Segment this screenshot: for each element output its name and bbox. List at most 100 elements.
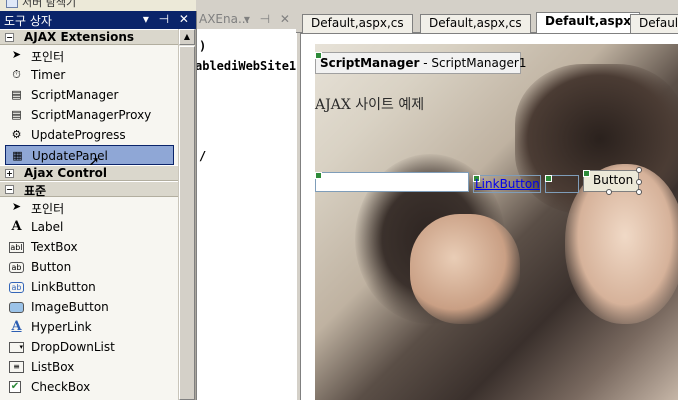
resize-handle[interactable] bbox=[636, 189, 642, 195]
expand-icon[interactable]: + bbox=[5, 169, 14, 178]
textbox-control[interactable] bbox=[315, 172, 469, 192]
toolbox-item-updatepanel[interactable]: ▦ UpdatePanel ➚ bbox=[5, 145, 174, 170]
tab-default-aspx-cs-2[interactable]: Default,aspx,cs bbox=[420, 14, 531, 33]
toolbox-item-timer[interactable]: ⏱ Timer bbox=[0, 65, 178, 85]
solution-pane-title: AXEna... bbox=[199, 12, 250, 26]
server-explorer-label: 서버 탐색기 bbox=[22, 0, 77, 9]
collapse-icon[interactable]: − bbox=[5, 185, 14, 194]
server-explorer-strip[interactable]: 서버 탐색기 bbox=[0, 0, 196, 11]
toolbox-item-textbox[interactable]: abl TextBox bbox=[0, 237, 178, 257]
toolbox-item-scriptmanager[interactable]: ▤ ScriptManager bbox=[0, 85, 178, 105]
button-icon: ab bbox=[9, 262, 24, 273]
script-manager-name: ScriptManager bbox=[320, 56, 420, 70]
tab-label: Default,aspx,cs bbox=[311, 16, 404, 30]
toolbox-item-hyperlink[interactable]: A HyperLink bbox=[0, 317, 178, 337]
group-label: AJAX Extensions bbox=[24, 30, 135, 44]
linkbutton-text: LinkButton bbox=[475, 177, 540, 191]
item-label: Button bbox=[31, 260, 72, 274]
label-icon: A bbox=[11, 219, 22, 234]
document-tab-bar: Default,aspx,cs Default,aspx,cs Default,… bbox=[296, 11, 678, 34]
code-line: ) bbox=[199, 39, 207, 53]
toolbox-item-listbox[interactable]: ≡ ListBox bbox=[0, 357, 178, 377]
item-label: ListBox bbox=[31, 360, 75, 374]
linkbutton-icon: ab bbox=[9, 282, 24, 293]
toolbox-item-scriptmanagerproxy[interactable]: ▤ ScriptManagerProxy bbox=[0, 105, 178, 125]
resize-handle[interactable] bbox=[636, 167, 642, 173]
group-ajax-extensions[interactable]: − AJAX Extensions bbox=[0, 29, 178, 45]
tab-label: Default,aspx bbox=[545, 14, 631, 28]
control-glyph-icon bbox=[315, 172, 322, 179]
toolbox-item-imagebutton[interactable]: ImageButton bbox=[0, 297, 178, 317]
tab-label: Default,aspx,cs bbox=[429, 16, 522, 30]
solution-pane-window-buttons[interactable]: ▾ ⊣ ✕ bbox=[244, 12, 293, 26]
tab-default-overflow[interactable]: Default, bbox=[630, 14, 678, 33]
listbox-icon: ≡ bbox=[9, 361, 24, 373]
code-line: ablediWebSite1 bbox=[197, 59, 297, 73]
dropdownlist-icon: ▾ bbox=[9, 342, 24, 353]
resize-handle[interactable] bbox=[606, 189, 612, 195]
group-ajax-control[interactable]: + Ajax Control bbox=[0, 165, 178, 181]
toolbox-item-updateprogress[interactable]: ⚙ UpdateProgress bbox=[0, 125, 178, 145]
item-label: HyperLink bbox=[31, 320, 92, 334]
server-explorer-icon bbox=[6, 0, 18, 8]
toolbox-item-pointer[interactable]: ➤ 포인터 bbox=[0, 197, 178, 217]
toolbox-item-linkbutton[interactable]: ab LinkButton bbox=[0, 277, 178, 297]
button-control[interactable]: Button bbox=[583, 167, 642, 195]
tab-default-aspx-cs-1[interactable]: Default,aspx,cs bbox=[302, 14, 413, 33]
scroll-thumb[interactable] bbox=[179, 46, 195, 400]
solution-pane-title-bar[interactable]: AXEna... ▾ ⊣ ✕ bbox=[197, 11, 297, 29]
group-standard[interactable]: − 표준 bbox=[0, 181, 178, 198]
toolbox-panel: 도구 상자 ▾ ⊣ ✕ − AJAX Extensions ➤ 포인터 ⏱ Ti… bbox=[0, 11, 196, 400]
pointer-icon: ➤ bbox=[11, 200, 22, 213]
toolbox-window-buttons[interactable]: ▾ ⊣ ✕ bbox=[143, 12, 192, 26]
item-label: Timer bbox=[31, 68, 66, 82]
checkbox-icon: ✔ bbox=[9, 381, 21, 393]
item-label: DropDownList bbox=[31, 340, 115, 354]
toolbox-item-dropdownlist[interactable]: ▾ DropDownList bbox=[0, 337, 178, 357]
script-manager-control[interactable]: ScriptManager - ScriptManager1 bbox=[315, 52, 526, 74]
script-manager-proxy-icon: ▤ bbox=[11, 108, 22, 121]
item-label: 포인터 bbox=[31, 50, 65, 64]
toolbox-scrollbar[interactable]: ▲ bbox=[178, 29, 195, 400]
tab-label: Default, bbox=[639, 16, 678, 30]
linkbutton-control[interactable]: LinkButton bbox=[473, 175, 541, 193]
control-glyph-icon bbox=[545, 175, 552, 182]
toolbox-item-label[interactable]: A Label bbox=[0, 217, 178, 237]
control-glyph-icon bbox=[583, 170, 590, 177]
imagebutton-control[interactable] bbox=[545, 175, 579, 193]
photo-face-left bbox=[410, 214, 520, 324]
solution-pane: AXEna... ▾ ⊣ ✕ ) ablediWebSite1 / bbox=[196, 11, 297, 400]
item-label: 포인터 bbox=[31, 202, 65, 216]
item-label: ImageButton bbox=[31, 300, 109, 314]
toolbox-title: 도구 상자 bbox=[4, 14, 52, 28]
solution-pane-body: ) ablediWebSite1 / bbox=[197, 29, 297, 400]
collapse-icon[interactable]: − bbox=[5, 33, 14, 42]
item-label: CheckBox bbox=[31, 380, 91, 394]
toolbox-item-checkbox[interactable]: ✔ CheckBox bbox=[0, 377, 178, 397]
update-progress-icon: ⚙ bbox=[11, 128, 22, 141]
item-label: LinkButton bbox=[31, 280, 96, 294]
code-line: / bbox=[199, 149, 207, 163]
design-surface: ScriptManager - ScriptManager1 AJAX 사이트 … bbox=[300, 33, 678, 400]
update-panel-icon: ▦ bbox=[12, 149, 23, 162]
group-label: Ajax Control bbox=[24, 166, 108, 180]
scroll-up-icon[interactable]: ▲ bbox=[179, 29, 195, 45]
item-label: TextBox bbox=[31, 240, 78, 254]
hyperlink-icon: A bbox=[11, 319, 22, 334]
tab-default-aspx[interactable]: Default,aspx bbox=[536, 12, 640, 34]
resize-handle[interactable] bbox=[636, 179, 642, 185]
button-text: Button bbox=[593, 173, 634, 187]
toolbox-title-bar[interactable]: 도구 상자 ▾ ⊣ ✕ bbox=[0, 11, 196, 29]
script-manager-icon: ▤ bbox=[11, 88, 22, 101]
item-label: ScriptManagerProxy bbox=[31, 108, 152, 122]
script-manager-label: ScriptManager - ScriptManager1 bbox=[320, 56, 526, 70]
timer-icon: ⏱ bbox=[12, 68, 21, 81]
item-label: Label bbox=[31, 220, 64, 234]
item-label: UpdateProgress bbox=[31, 128, 126, 142]
imagebutton-icon bbox=[9, 302, 24, 313]
pointer-icon: ➤ bbox=[11, 48, 22, 61]
item-label: ScriptManager bbox=[31, 88, 119, 102]
textbox-icon: abl bbox=[9, 242, 24, 253]
toolbox-item-pointer[interactable]: ➤ 포인터 bbox=[0, 45, 178, 65]
toolbox-item-button[interactable]: ab Button bbox=[0, 257, 178, 277]
